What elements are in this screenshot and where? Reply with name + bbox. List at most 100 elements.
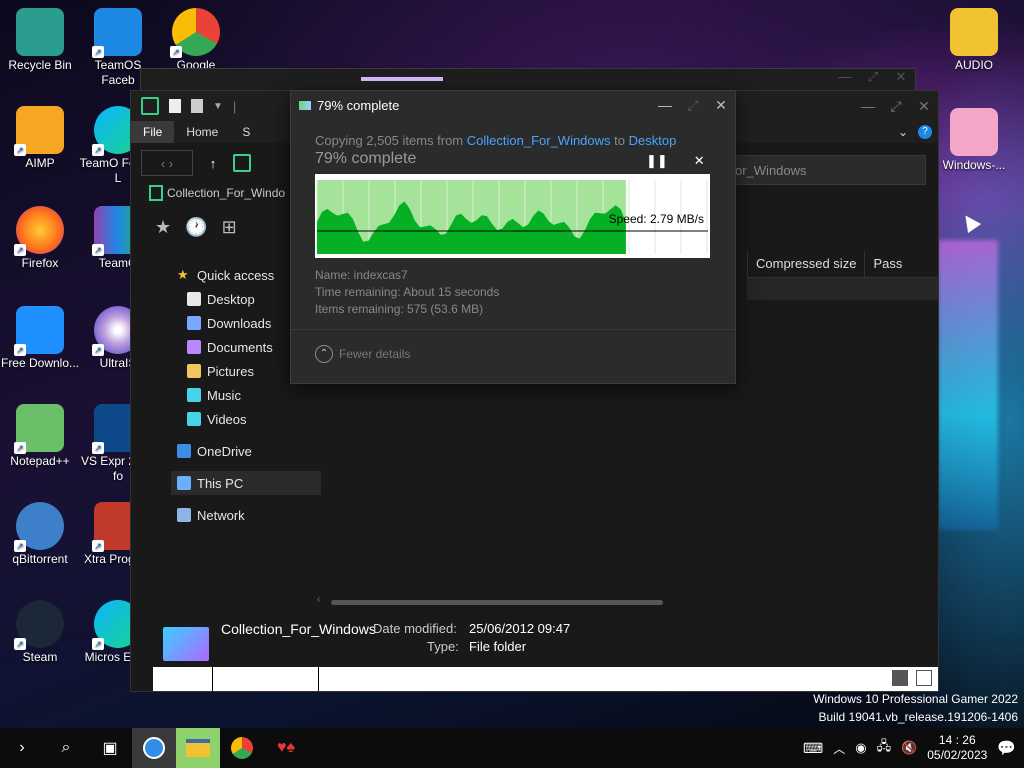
desktop-icon-item[interactable]: ↗ Firefox xyxy=(0,206,80,271)
window-accent-bar xyxy=(361,77,443,81)
desktop-icon-item[interactable]: Recycle Bin xyxy=(0,8,80,73)
desktop-icon-item[interactable]: ↗ qBittorrent xyxy=(0,502,80,567)
qbittorrent-icon: ↗ xyxy=(14,502,64,552)
document-icon xyxy=(187,340,201,354)
folder-icon xyxy=(163,627,209,661)
chevron-up-icon[interactable]: ︿ xyxy=(833,740,845,757)
folder-icon xyxy=(186,739,210,757)
chevron-down-icon[interactable]: ⌄ xyxy=(898,125,908,139)
keyboard-icon[interactable]: ⌨ xyxy=(803,740,823,757)
folder-location-icon xyxy=(233,154,251,172)
copy-to-word: to xyxy=(614,133,625,148)
desktop-icon-item[interactable]: ↗ Steam xyxy=(0,600,80,665)
sidebar-item-videos[interactable]: Videos xyxy=(171,407,321,431)
dialog-titlebar[interactable]: 79% complete — ⤢ ✕ xyxy=(291,91,735,119)
copy-summary: Copying 2,505 items from Collection_For_… xyxy=(315,133,711,148)
volume-muted-icon[interactable]: 🔇 xyxy=(901,740,917,756)
column-password[interactable]: Pass xyxy=(864,251,910,277)
fewer-details-button[interactable]: ⌃ Fewer details xyxy=(315,345,410,363)
desktop-icon xyxy=(187,292,201,306)
search-icon[interactable]: ⌕ xyxy=(44,728,88,768)
desktop-icon-item[interactable]: Windows-... xyxy=(934,108,1014,173)
source-link[interactable]: Collection_For_Windows xyxy=(467,133,611,148)
sidebar-item-label: Desktop xyxy=(207,291,255,307)
scroll-thumb[interactable] xyxy=(331,600,663,605)
star-icon[interactable]: ★ xyxy=(155,217,171,238)
large-icons-view-icon[interactable] xyxy=(916,670,932,686)
horizontal-scrollbar[interactable]: ‹ › xyxy=(317,594,927,607)
search-input[interactable]: or_Windows xyxy=(726,155,926,185)
copy-progress-dialog[interactable]: 79% complete — ⤢ ✕ Copying 2,505 items f… xyxy=(290,90,736,384)
task-view-icon[interactable]: ▣ xyxy=(88,728,132,768)
network-icon xyxy=(177,508,191,522)
sidebar-item-this-pc[interactable]: This PC xyxy=(171,471,321,495)
shortcut-arrow-icon: ↗ xyxy=(14,244,26,256)
desktop-icon-item[interactable]: ↗ Free Downlo... xyxy=(0,306,80,371)
firefox-icon: ↗ xyxy=(14,206,64,256)
breadcrumb-path[interactable]: Collection_For_Windo xyxy=(167,186,285,200)
shortcut-arrow-icon: ↗ xyxy=(170,46,182,58)
maximize-icon[interactable]: ⤢ xyxy=(859,69,887,85)
breadcrumb[interactable]: Collection_For_Windo xyxy=(149,185,285,201)
chevron-right-icon[interactable]: › xyxy=(0,728,44,768)
minimize-icon[interactable]: — xyxy=(854,98,882,115)
taskbar-app-solitaire[interactable]: ♥♠ xyxy=(264,728,308,768)
shortcut-arrow-icon: ↗ xyxy=(14,540,26,552)
tab-file[interactable]: File xyxy=(131,121,175,143)
destination-link[interactable]: Desktop xyxy=(629,133,677,148)
sidebar-item-label: Network xyxy=(197,507,245,523)
sidebar-item-network[interactable]: Network xyxy=(171,503,321,527)
taskbar-app-browser[interactable] xyxy=(132,728,176,768)
shortcut-arrow-icon: ↗ xyxy=(92,46,104,58)
windows-logo-icon[interactable]: ⊞ xyxy=(222,217,237,238)
copy-prefix: Copying 2,505 items from xyxy=(315,133,464,148)
details-pane: Collection_For_Windows Date modified: 25… xyxy=(131,611,938,666)
desktop-icon-label: Windows-... xyxy=(942,158,1006,172)
close-icon[interactable]: ✕ xyxy=(887,69,915,85)
taskbar-app-chrome[interactable] xyxy=(220,728,264,768)
column-compressed-size[interactable]: Compressed size xyxy=(747,251,864,277)
pause-icon[interactable]: ❚❚ xyxy=(646,153,668,169)
separator-icon: | xyxy=(232,98,237,114)
desktop-icon-item[interactable]: ↗ AIMP xyxy=(0,106,80,171)
tab-share[interactable]: S xyxy=(230,121,262,143)
file-row[interactable] xyxy=(747,278,938,300)
back-forward-buttons[interactable]: ‹ › xyxy=(141,150,193,176)
system-tray: ⌨ ︿ ◉ 🖧 🔇 14 : 26 05/02/2023 💬 xyxy=(803,733,1024,763)
desktop-icon-label: Recycle Bin xyxy=(8,58,72,72)
maximize-icon[interactable]: ⤢ xyxy=(882,98,910,115)
clock[interactable]: 14 : 26 05/02/2023 xyxy=(927,733,987,763)
scroll-left-icon[interactable]: ‹ xyxy=(317,594,320,605)
new-folder-icon[interactable] xyxy=(191,99,203,113)
taskbar-app-file-explorer[interactable] xyxy=(176,728,220,768)
computer-icon xyxy=(177,476,191,490)
sidebar-item-label: Pictures xyxy=(207,363,254,379)
chevron-down-icon[interactable]: ▼ xyxy=(213,101,223,112)
cancel-icon[interactable]: ✕ xyxy=(694,153,705,169)
network-icon[interactable]: 🖧 xyxy=(877,737,892,759)
folder-icon xyxy=(149,185,163,201)
sidebar-item-label: Music xyxy=(207,387,241,403)
history-icon[interactable]: 🕐 xyxy=(185,217,207,238)
details-view-icon[interactable] xyxy=(892,670,908,686)
help-icon[interactable]: ? xyxy=(918,125,932,139)
up-arrow-icon[interactable]: ↑ xyxy=(201,151,225,175)
tab-home[interactable]: Home xyxy=(174,121,230,143)
notification-icon[interactable]: 💬 xyxy=(997,739,1016,757)
desktop-icon-item[interactable]: AUDIO xyxy=(934,8,1014,73)
desktop-icon-item[interactable]: ↗ Notepad++ xyxy=(0,404,80,469)
desktop-icon-label: Steam xyxy=(22,650,58,664)
close-icon[interactable]: ✕ xyxy=(910,98,938,115)
desktop-icon-item[interactable]: ↗ Google xyxy=(156,8,236,73)
desktop-icon-label: Free Downlo... xyxy=(0,356,80,370)
properties-icon[interactable] xyxy=(141,97,159,115)
new-document-icon[interactable] xyxy=(169,99,181,113)
desktop-icon-label: AIMP xyxy=(25,156,55,170)
minimize-icon[interactable]: — xyxy=(831,69,859,85)
close-icon[interactable]: ✕ xyxy=(707,97,735,114)
minimize-icon[interactable]: — xyxy=(651,97,679,114)
watermark-line-2: Build 19041.vb_release.191206-1406 xyxy=(818,710,1019,724)
sidebar-item-onedrive[interactable]: OneDrive xyxy=(171,439,321,463)
device-icon[interactable]: ◉ xyxy=(855,740,866,756)
sidebar-item-music[interactable]: Music xyxy=(171,383,321,407)
